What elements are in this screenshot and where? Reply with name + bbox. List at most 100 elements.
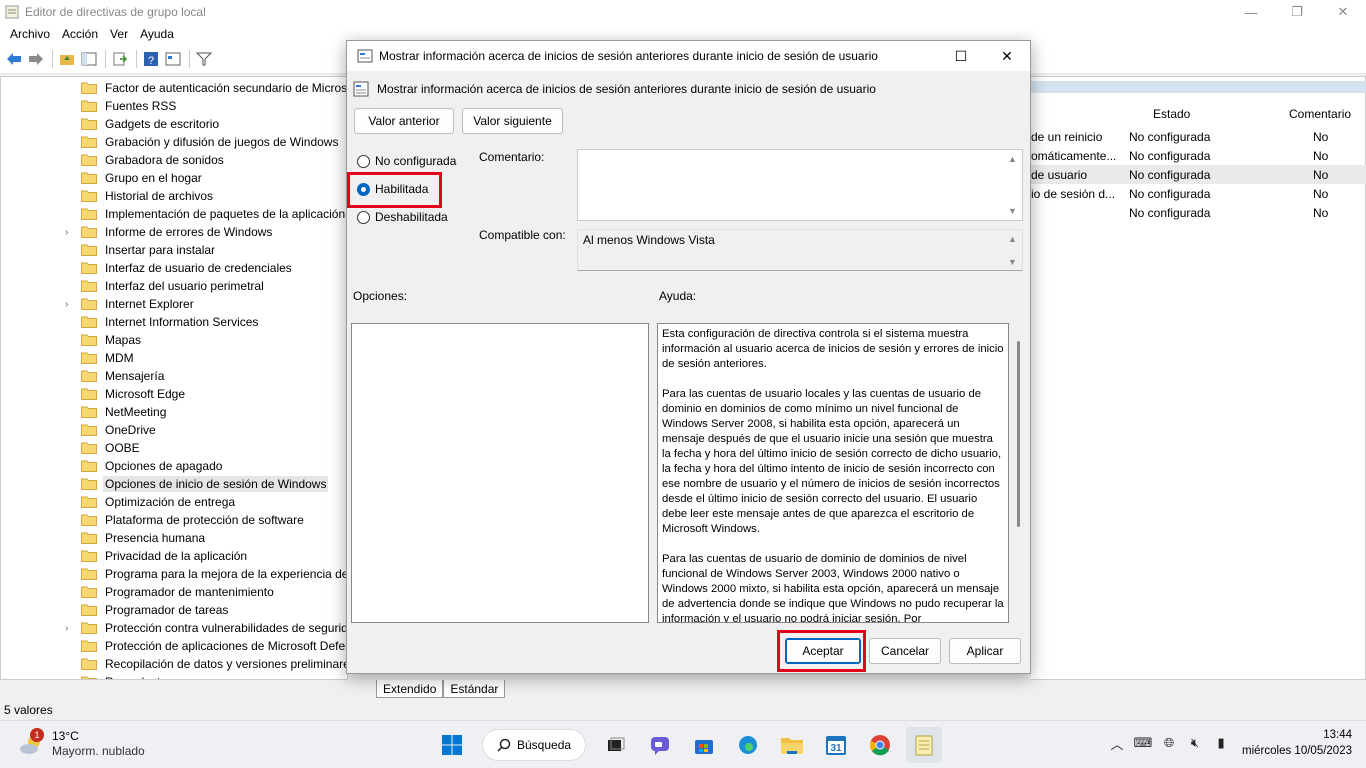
tree-item[interactable]: Presencia humana xyxy=(1,529,347,547)
tree-item[interactable]: Implementación de paquetes de la aplicac… xyxy=(1,205,347,223)
tree-item[interactable]: Grabadora de sonidos xyxy=(1,151,347,169)
help-scrollbar[interactable] xyxy=(1017,341,1020,527)
tree-item[interactable]: Grupo en el hogar xyxy=(1,169,347,187)
tree-item[interactable]: Opciones de inicio de sesión de Windows xyxy=(1,475,347,493)
clock[interactable]: 13:44 miércoles 10/05/2023 xyxy=(1242,727,1352,759)
view-tabs: Extendido Estándar xyxy=(376,680,506,698)
tree-item[interactable]: › Protección contra vulnerabilidades de s… xyxy=(1,619,347,637)
column-header-comentario[interactable]: Comentario xyxy=(1289,107,1351,121)
table-row[interactable]: de un reinicio No configurada No xyxy=(1031,127,1366,146)
taskbar-search[interactable]: Búsqueda xyxy=(482,729,587,761)
scroll-up-icon[interactable]: ▲ xyxy=(1008,154,1020,164)
chrome-button[interactable] xyxy=(862,727,898,763)
tree-item-label: Opciones de inicio de sesión de Windows xyxy=(103,476,329,492)
table-row[interactable]: de usuario No configurada No xyxy=(1031,165,1366,184)
tree-item[interactable]: Plataforma de protección de software xyxy=(1,511,347,529)
tree-item[interactable]: Microsoft Edge xyxy=(1,385,347,403)
task-view-button[interactable] xyxy=(598,727,634,763)
tree-item[interactable]: Programador de tareas xyxy=(1,601,347,619)
menu-ayuda[interactable]: Ayuda xyxy=(134,27,180,41)
svg-text:?: ? xyxy=(148,55,154,67)
column-header-estado[interactable]: Estado xyxy=(1153,107,1190,121)
filter-button[interactable] xyxy=(194,49,214,69)
chevron-right-icon[interactable]: › xyxy=(65,299,75,310)
keyboard-icon[interactable]: ⌨ xyxy=(1132,732,1154,754)
tree-item[interactable]: Programador de mantenimiento xyxy=(1,583,347,601)
chevron-right-icon[interactable]: › xyxy=(65,623,75,634)
tab-estandar[interactable]: Estándar xyxy=(443,680,506,698)
tree-item[interactable]: › Informe de errores de Windows xyxy=(1,223,347,241)
radio-disabled[interactable]: Deshabilitada xyxy=(357,210,448,224)
edge-button[interactable] xyxy=(730,727,766,763)
chevron-right-icon[interactable]: › xyxy=(65,227,75,238)
next-setting-button[interactable]: Valor siguiente xyxy=(462,108,563,134)
minimize-button[interactable]: — xyxy=(1228,0,1274,24)
tree-item[interactable]: Reproductor xyxy=(1,673,347,679)
back-button[interactable] xyxy=(4,49,24,69)
scroll-up-icon[interactable]: ▲ xyxy=(1008,234,1020,244)
up-folder-button[interactable] xyxy=(57,49,77,69)
dialog-maximize-button[interactable]: ☐ xyxy=(938,41,984,71)
start-button[interactable] xyxy=(434,727,470,763)
previous-setting-button[interactable]: Valor anterior xyxy=(354,108,454,134)
help-button[interactable]: ? xyxy=(141,49,161,69)
dialog-close-button[interactable]: ✕ xyxy=(984,41,1030,71)
settings-list[interactable]: Estado Comentario de un reinicio No confi… xyxy=(1031,76,1366,680)
tree-item[interactable]: Mensajería xyxy=(1,367,347,385)
tree-item[interactable]: MDM xyxy=(1,349,347,367)
radio-circle[interactable] xyxy=(357,154,370,168)
tab-extendido[interactable]: Extendido xyxy=(376,680,444,698)
restore-button[interactable]: ❐ xyxy=(1274,0,1320,24)
menu-ver[interactable]: Ver xyxy=(104,27,134,41)
table-row[interactable]: No configurada No xyxy=(1031,203,1366,222)
comment-textarea[interactable]: ▲ ▼ xyxy=(577,149,1023,221)
tree-item[interactable]: Grabación y difusión de juegos de Window… xyxy=(1,133,347,151)
tree-item[interactable]: Optimización de entrega xyxy=(1,493,347,511)
tree-item[interactable]: NetMeeting xyxy=(1,403,347,421)
menu-accion[interactable]: Acción xyxy=(56,27,104,41)
tree-item[interactable]: Factor de autenticación secundario de Mi… xyxy=(1,79,347,97)
calendar-button[interactable]: 31 xyxy=(818,727,854,763)
help-panel[interactable]: Esta configuración de directiva controla… xyxy=(657,323,1009,623)
teams-chat-button[interactable] xyxy=(642,727,678,763)
radio-not-configured[interactable]: No configurada xyxy=(357,154,456,168)
tree-item[interactable]: Mapas xyxy=(1,331,347,349)
scroll-down-icon[interactable]: ▼ xyxy=(1008,206,1020,216)
speaker-muted-icon[interactable]: 🔇︎ xyxy=(1184,732,1206,754)
store-button[interactable] xyxy=(686,727,722,763)
tree-item[interactable]: Fuentes RSS xyxy=(1,97,347,115)
export-list-button[interactable] xyxy=(110,49,130,69)
tree-item[interactable]: Internet Information Services xyxy=(1,313,347,331)
tree-item[interactable]: Programa para la mejora de la experienci… xyxy=(1,565,347,583)
tree-item[interactable]: OOBE xyxy=(1,439,347,457)
policy-editor-taskbar-button[interactable] xyxy=(906,727,943,763)
tree-item[interactable]: Protección de aplicaciones de Microsoft … xyxy=(1,637,347,655)
weather-widget[interactable]: 1 13°C Mayorm. nublado xyxy=(18,728,145,759)
tree-item[interactable]: Recopilación de datos y versiones prelim… xyxy=(1,655,347,673)
show-hide-tree-button[interactable] xyxy=(79,49,99,69)
tree-item[interactable]: Gadgets de escritorio xyxy=(1,115,347,133)
tree-item[interactable]: Historial de archivos xyxy=(1,187,347,205)
apply-button[interactable]: Aplicar xyxy=(949,638,1021,664)
tree-item[interactable]: OneDrive xyxy=(1,421,347,439)
file-explorer-button[interactable] xyxy=(774,727,810,763)
battery-icon[interactable]: ▮ xyxy=(1210,732,1232,754)
tree-item[interactable]: Interfaz del usuario perimetral xyxy=(1,277,347,295)
table-row[interactable]: omáticamente... No configurada No xyxy=(1031,146,1366,165)
tree-item[interactable]: Privacidad de la aplicación xyxy=(1,547,347,565)
close-button[interactable]: ✕ xyxy=(1320,0,1366,24)
tree-item[interactable]: Insertar para instalar xyxy=(1,241,347,259)
table-row[interactable]: io de sesión d... No configurada No xyxy=(1031,184,1366,203)
console-tree[interactable]: Factor de autenticación secundario de Mi… xyxy=(0,76,348,680)
forward-button[interactable] xyxy=(26,49,46,69)
tree-item[interactable]: Opciones de apagado xyxy=(1,457,347,475)
globe-icon[interactable]: 🌐︎ xyxy=(1158,732,1180,754)
scroll-down-icon[interactable]: ▼ xyxy=(1008,257,1020,267)
cancel-button[interactable]: Cancelar xyxy=(869,638,941,664)
tree-item[interactable]: Interfaz de usuario de credenciales xyxy=(1,259,347,277)
properties-button[interactable] xyxy=(163,49,183,69)
chevron-up-icon[interactable]: ︿ xyxy=(1106,732,1128,754)
radio-circle[interactable] xyxy=(357,210,370,224)
tree-item[interactable]: › Internet Explorer xyxy=(1,295,347,313)
menu-archivo[interactable]: Archivo xyxy=(4,27,56,41)
